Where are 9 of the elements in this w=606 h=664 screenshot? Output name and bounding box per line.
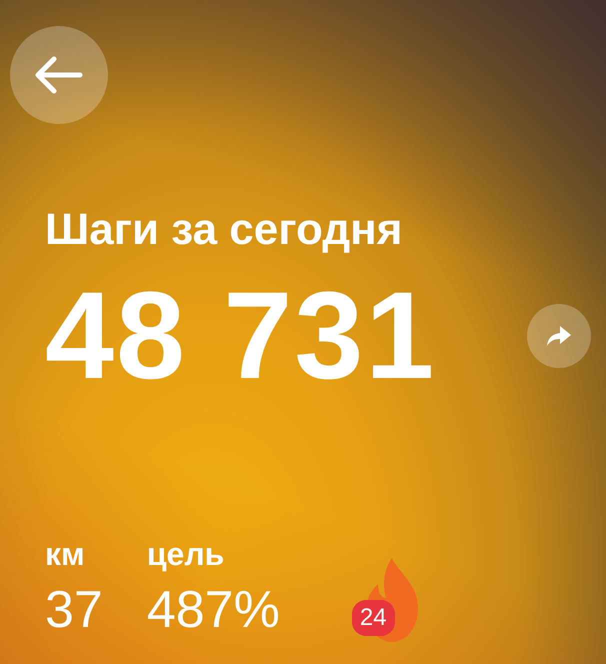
back-arrow-icon [34, 55, 84, 95]
stat-label: цель [146, 538, 226, 570]
stat-label: км [45, 538, 86, 570]
stat-value: 487% [146, 584, 280, 636]
step-count: 48 731 [45, 274, 436, 398]
share-arrow-icon [546, 325, 572, 347]
stat-value: 37 [45, 584, 103, 636]
title: Шаги за сегодня [45, 208, 404, 252]
streak-count: 24 [352, 600, 395, 636]
